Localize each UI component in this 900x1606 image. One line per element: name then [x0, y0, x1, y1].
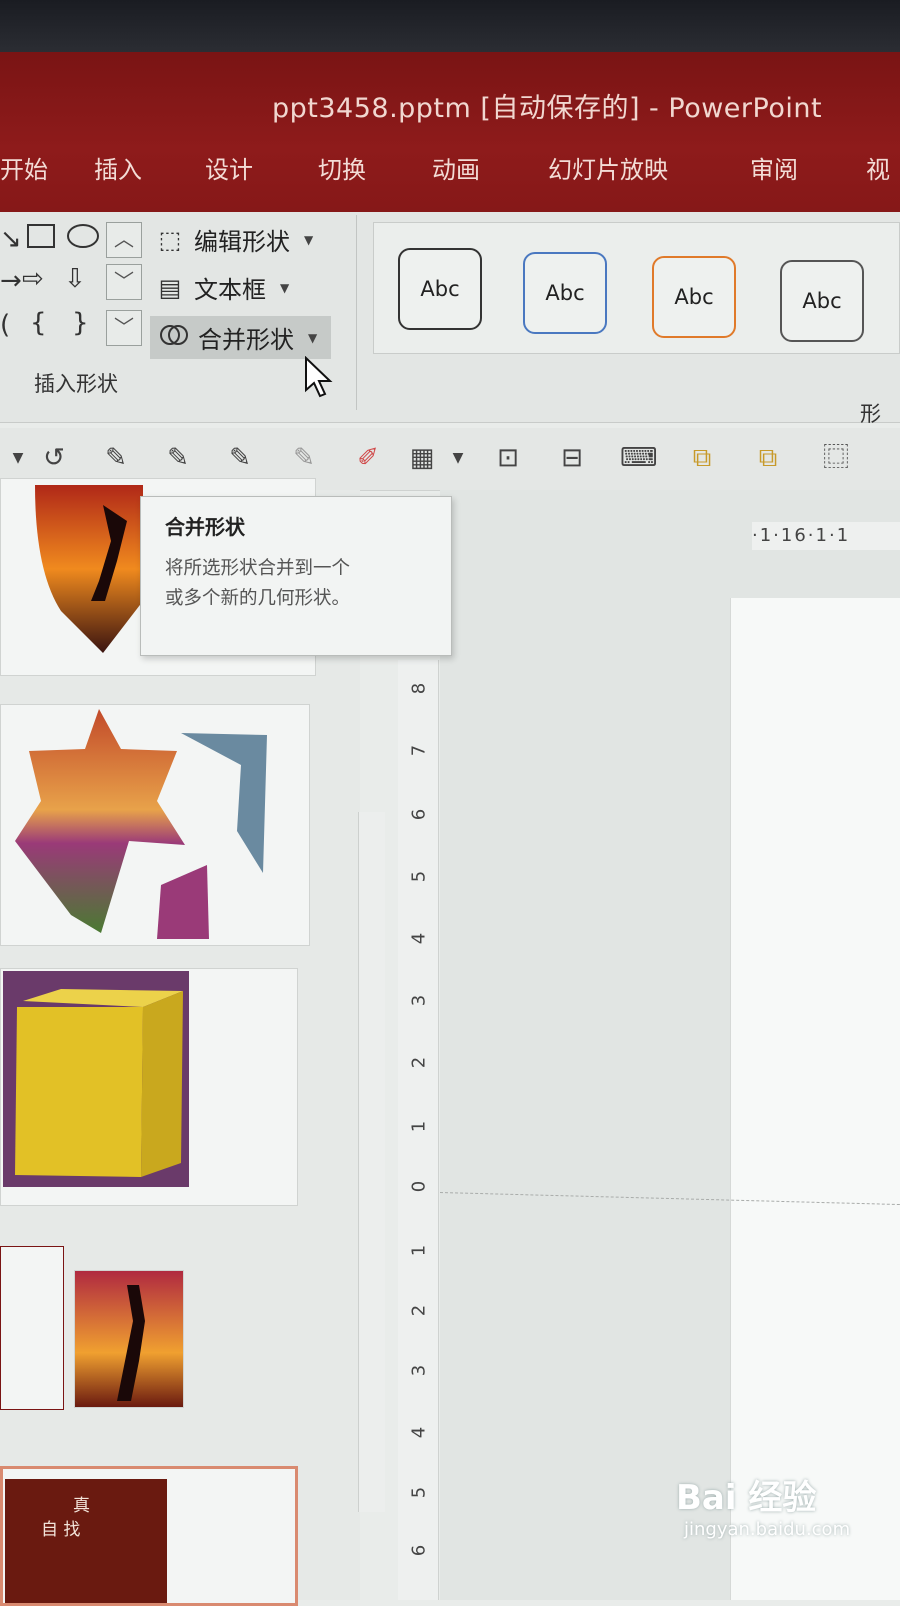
- slide-canvas[interactable]: [730, 598, 900, 1600]
- oval-shape-icon[interactable]: [66, 222, 100, 257]
- presenter-icon[interactable]: ⊟: [554, 440, 590, 476]
- slide-thumbnail[interactable]: [74, 1270, 184, 1408]
- tab-review[interactable]: 审阅: [750, 150, 798, 185]
- toolbar-caret-icon[interactable]: ▼: [0, 440, 36, 476]
- slide-thumbnail-text: 自 找: [41, 1520, 81, 1540]
- dropdown-caret-icon: ▼: [280, 280, 290, 295]
- tooltip-line: 或多个新的几何形状。: [165, 588, 351, 609]
- down-arrow-shape-icon[interactable]: ⇩: [64, 264, 86, 294]
- rectangle-shape-icon[interactable]: [26, 222, 56, 257]
- shape-style-option[interactable]: Abc: [523, 252, 607, 334]
- table-dropdown-icon[interactable]: ▼: [440, 440, 476, 476]
- eraser-icon[interactable]: ✐: [350, 440, 386, 476]
- tab-insert[interactable]: 插入: [94, 150, 142, 185]
- merge-shapes-icon: [158, 321, 190, 355]
- thumbnail-scrollbar[interactable]: [358, 812, 385, 1512]
- shape-style-option[interactable]: Abc: [780, 260, 864, 342]
- dropdown-caret-icon: ▼: [308, 330, 318, 345]
- watermark-url: jingyan.baidu.com: [684, 1519, 851, 1540]
- monitor-bezel: [0, 0, 900, 52]
- gallery-scroll-down-icon[interactable]: ﹀: [106, 264, 142, 300]
- slide-thumbnail-text: 真: [73, 1496, 90, 1516]
- ruler-tick-label: 5: [408, 1486, 430, 1499]
- right-arrow-shape-icon[interactable]: ⇨: [22, 264, 44, 294]
- eyedropper-disabled-icon: ✎: [293, 443, 315, 473]
- ruler-tick-label: 1: [408, 1244, 430, 1257]
- bracket-shape-icon[interactable]: (: [0, 310, 10, 340]
- ruler-tick-label: 8: [408, 682, 430, 695]
- ruler-tick-label: 6: [408, 808, 430, 821]
- ruler-tick-label: 7: [408, 744, 430, 757]
- table-icon[interactable]: ▦: [404, 440, 440, 476]
- ruler-tick-label: 4: [408, 932, 430, 945]
- shape-styles-group-label: 形: [860, 402, 881, 426]
- tab-slideshow[interactable]: 幻灯片放映: [548, 150, 668, 185]
- eyedropper-icon[interactable]: ✎: [98, 440, 134, 476]
- slideshow-icon[interactable]: ⊡: [490, 440, 526, 476]
- baidu-watermark: Bai 经验 jingyan.baidu.com: [676, 1470, 896, 1570]
- edit-shape-button[interactable]: ⬚ 编辑形状 ▼: [154, 222, 314, 257]
- ruler-tick-label: 5: [408, 870, 430, 883]
- tab-home[interactable]: 开始: [0, 150, 48, 185]
- cube-photo-shape: [3, 971, 189, 1187]
- ruler-tick-label: 3: [408, 1364, 430, 1377]
- slide-thumbnail[interactable]: [0, 1246, 64, 1410]
- tab-view[interactable]: 视: [866, 150, 890, 185]
- tab-transitions[interactable]: 切换: [318, 150, 366, 185]
- keyboard-icon[interactable]: ⌨: [620, 440, 658, 476]
- ruler-tick-label: 2: [408, 1056, 430, 1069]
- bring-forward-icon[interactable]: ⧉: [684, 440, 720, 476]
- merge-shapes-label: 合并形状: [198, 326, 294, 354]
- ruler-tick-label: 1: [408, 1120, 430, 1133]
- ruler-tick-label: 3: [408, 994, 430, 1007]
- ruler-tick-label: 6: [408, 1544, 430, 1557]
- eyedropper-icon[interactable]: ✎: [222, 440, 258, 476]
- line-shape-icon[interactable]: ↘: [0, 224, 22, 254]
- slide-thumbnail[interactable]: [0, 968, 298, 1206]
- gallery-scroll-up-icon[interactable]: ︿: [106, 222, 142, 258]
- left-brace-shape-icon[interactable]: {: [30, 308, 47, 338]
- watermark-logo: Bai 经验: [676, 1478, 817, 1518]
- star-photo-shapes: [15, 709, 267, 939]
- shape-style-option[interactable]: Abc: [398, 248, 482, 330]
- dancer-photo-shape: [75, 1271, 183, 1407]
- gallery-more-icon[interactable]: ﹀: [106, 310, 142, 346]
- arrow-line-icon[interactable]: →: [0, 266, 22, 296]
- right-brace-shape-icon[interactable]: }: [72, 308, 89, 338]
- horizontal-ruler: ·1·16·1·1: [752, 522, 900, 550]
- title-bar: [0, 52, 900, 212]
- tooltip-title: 合并形状: [165, 515, 245, 539]
- group-divider: [356, 215, 357, 410]
- merge-shapes-tooltip: 合并形状 将所选形状合并到一个 或多个新的几何形状。: [140, 496, 452, 656]
- edit-points-icon: ⬚: [158, 225, 182, 254]
- ruler-tick-label: 0: [408, 1180, 430, 1193]
- tab-design[interactable]: 设计: [205, 150, 253, 185]
- window-title: ppt3458.pptm [自动保存的] - PowerPoint: [272, 93, 823, 124]
- group-objects-icon[interactable]: ⿴: [818, 440, 854, 476]
- text-box-icon: ▤: [158, 273, 182, 302]
- text-box-button[interactable]: ▤ 文本框 ▼: [154, 270, 290, 305]
- merge-shapes-button[interactable]: 合并形状 ▼: [150, 316, 332, 359]
- text-box-label: 文本框: [194, 276, 266, 304]
- slide-thumbnail[interactable]: 真 自 找: [0, 1466, 298, 1606]
- shape-style-option[interactable]: Abc: [652, 256, 736, 338]
- insert-shapes-group-label: 插入形状: [34, 372, 118, 396]
- edit-shape-label: 编辑形状: [194, 228, 290, 256]
- slide-thumbnail[interactable]: [0, 704, 310, 946]
- dropdown-caret-icon: ▼: [304, 232, 314, 247]
- send-backward-icon[interactable]: ⧉: [750, 440, 786, 476]
- redo-icon[interactable]: ↺: [36, 440, 72, 476]
- ruler-tick-label: 2: [408, 1304, 430, 1317]
- tab-animations[interactable]: 动画: [432, 150, 480, 185]
- tooltip-line: 将所选形状合并到一个: [165, 558, 351, 579]
- vertical-ruler: 8 7 6 5 4 3 2 1 0 1 2 3 4 5 6: [398, 660, 439, 1600]
- eyedropper-icon[interactable]: ✎: [160, 440, 196, 476]
- ruler-tick-label: 4: [408, 1426, 430, 1439]
